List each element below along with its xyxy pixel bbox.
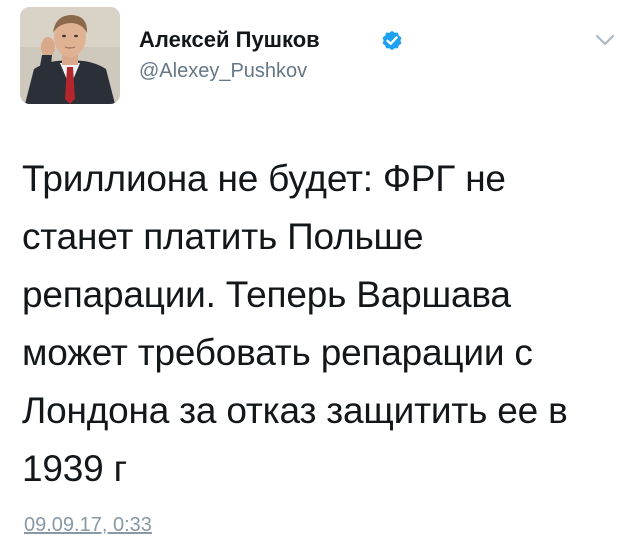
- avatar[interactable]: [20, 7, 120, 104]
- tweet-text: Триллиона не будет: ФРГ не станет платит…: [22, 158, 568, 489]
- chevron-down-icon[interactable]: [594, 32, 616, 48]
- tweet-timestamp[interactable]: 09.09.17, 0:33: [24, 513, 152, 537]
- avatar-image: [20, 7, 120, 104]
- tweet-card: Алексей Пушков @Alexey_Pushkov Триллиона…: [0, 0, 640, 539]
- verified-badge-icon: [382, 30, 402, 51]
- display-name[interactable]: Алексей Пушков: [139, 27, 320, 53]
- user-handle[interactable]: @Alexey_Pushkov: [139, 59, 307, 83]
